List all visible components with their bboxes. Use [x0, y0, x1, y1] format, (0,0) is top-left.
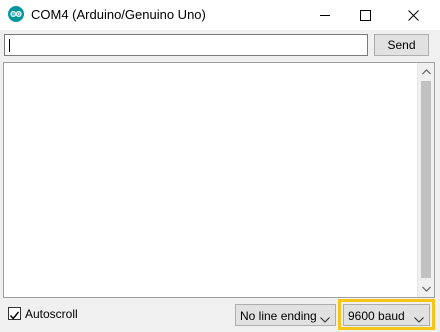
title-bar[interactable]: COM4 (Arduino/Genuino Uno)	[0, 0, 440, 30]
baud-rate-value: 9600 baud	[348, 309, 405, 323]
line-ending-select[interactable]: No line ending	[235, 304, 336, 326]
autoscroll-checkbox[interactable]	[8, 307, 21, 320]
maximize-button[interactable]	[342, 0, 388, 30]
vertical-scrollbar[interactable]	[417, 63, 434, 297]
minimize-icon	[319, 10, 331, 21]
autoscroll-label[interactable]: Autoscroll	[25, 307, 78, 321]
maximize-icon	[359, 9, 371, 21]
send-button[interactable]: Send	[374, 34, 429, 56]
scroll-down-icon[interactable]	[418, 280, 434, 297]
close-icon	[407, 9, 419, 21]
text-caret	[9, 39, 10, 52]
scroll-up-icon[interactable]	[418, 63, 434, 80]
scroll-thumb[interactable]	[421, 81, 431, 278]
checkmark-icon	[9, 311, 20, 320]
serial-output[interactable]	[3, 62, 435, 298]
arduino-icon	[8, 6, 24, 22]
serial-input[interactable]	[4, 34, 368, 56]
serial-monitor-window: COM4 (Arduino/Genuino Uno) Send Autoscro…	[0, 0, 440, 332]
baud-rate-select[interactable]: 9600 baud	[343, 304, 430, 326]
chevron-down-icon	[414, 312, 424, 326]
chevron-down-icon	[320, 312, 330, 326]
window-title: COM4 (Arduino/Genuino Uno)	[31, 7, 206, 22]
line-ending-value: No line ending	[240, 309, 317, 323]
close-button[interactable]	[390, 0, 436, 30]
